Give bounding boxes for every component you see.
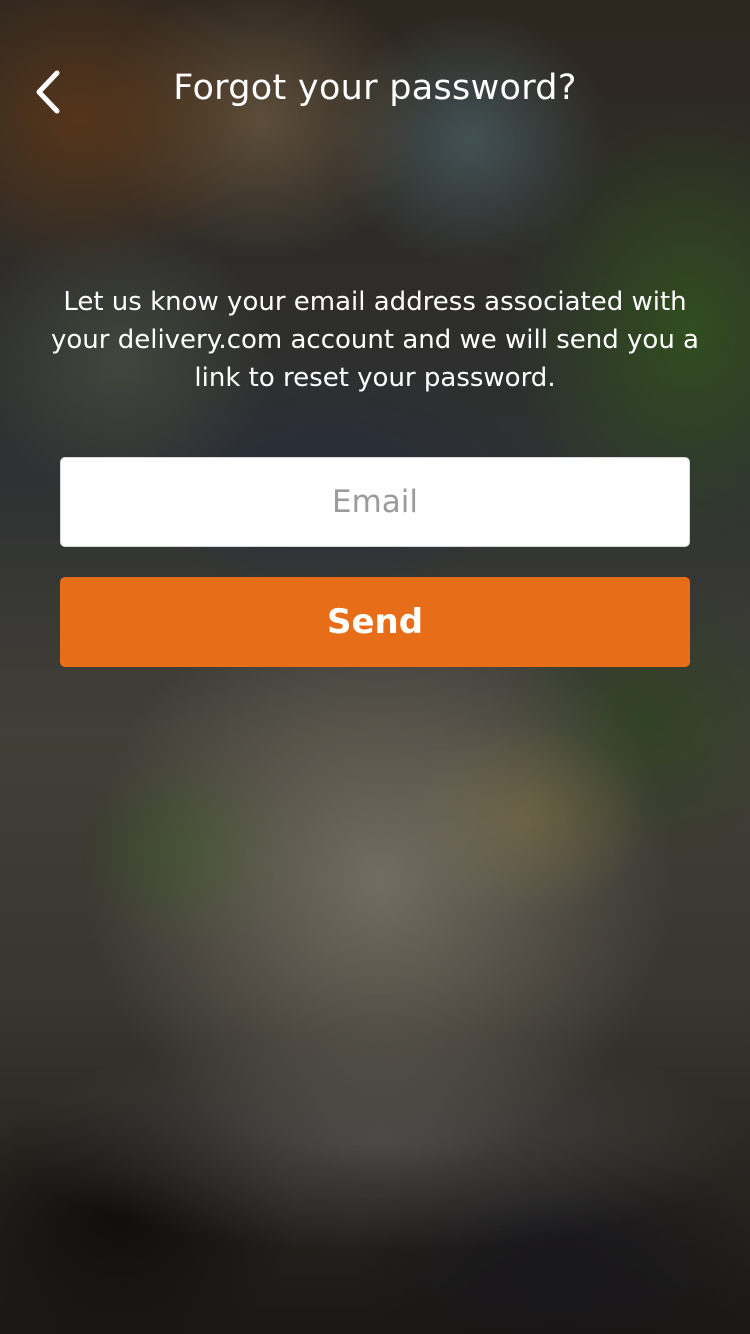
send-button[interactable]: Send: [60, 577, 690, 667]
forgot-password-screen: Forgot your password? Let us know your e…: [0, 0, 750, 1334]
email-field[interactable]: [60, 457, 690, 547]
navigation-header: Forgot your password?: [0, 56, 750, 128]
instructions-text: Let us know your email address associate…: [51, 287, 699, 393]
background-overlay: [0, 0, 750, 1334]
page-title: Forgot your password?: [173, 68, 577, 108]
